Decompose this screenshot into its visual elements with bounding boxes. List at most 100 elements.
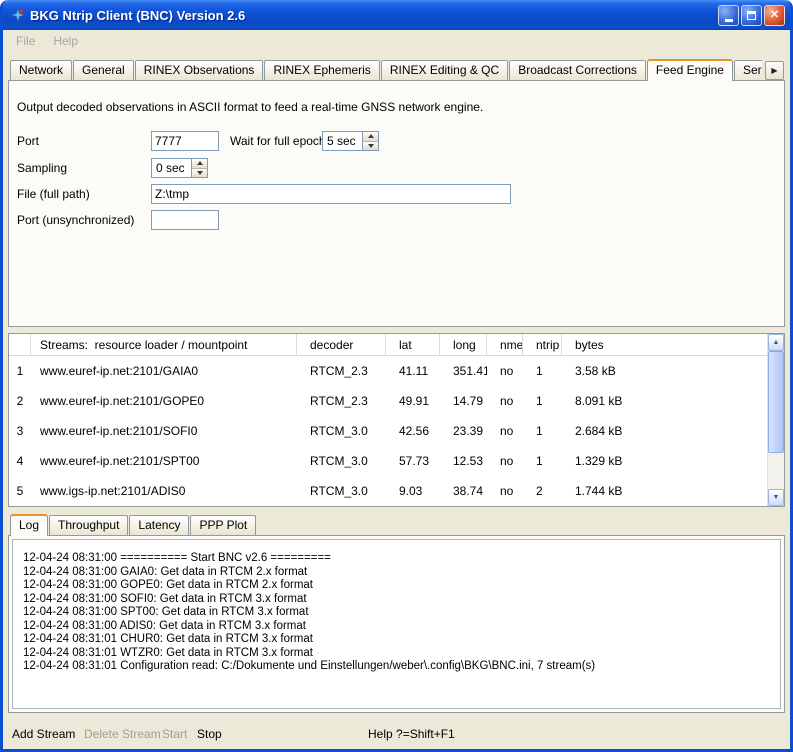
tab-general[interactable]: General bbox=[73, 60, 134, 80]
cell-nmea: no bbox=[487, 424, 523, 438]
bnc-window: BKG Ntrip Client (BNC) Version 2.6 ✕ Fil… bbox=[0, 0, 793, 752]
cell-bytes: 1.329 kB bbox=[562, 454, 767, 468]
tab-broadcast-corrections[interactable]: Broadcast Corrections bbox=[509, 60, 646, 80]
maximize-button[interactable] bbox=[741, 5, 762, 26]
table-row[interactable]: 1 www.euref-ip.net:2101/GAIA0 RTCM_2.3 4… bbox=[9, 356, 767, 386]
add-stream-button[interactable]: Add Stream bbox=[12, 727, 75, 741]
close-button[interactable]: ✕ bbox=[764, 5, 785, 26]
cell-bytes: 8.091 kB bbox=[562, 394, 767, 408]
window-title: BKG Ntrip Client (BNC) Version 2.6 bbox=[30, 8, 718, 23]
row-number: 2 bbox=[9, 394, 31, 408]
table-row[interactable]: 4 www.euref-ip.net:2101/SPT00 RTCM_3.0 5… bbox=[9, 446, 767, 476]
tab-latency[interactable]: Latency bbox=[129, 515, 189, 535]
log-line: 12-04-24 08:31:00 GOPE0: Get data in RTC… bbox=[23, 579, 774, 593]
cell-bytes: 2.684 kB bbox=[562, 424, 767, 438]
cell-mountpoint: www.euref-ip.net:2101/SOFI0 bbox=[31, 424, 297, 438]
cell-lat: 42.56 bbox=[386, 424, 440, 438]
help-button[interactable]: Help ?=Shift+F1 bbox=[368, 727, 455, 741]
scroll-down-button[interactable]: ▼ bbox=[768, 489, 784, 506]
scrollbar-thumb[interactable] bbox=[768, 351, 784, 453]
tab-network[interactable]: Network bbox=[10, 60, 72, 80]
delete-stream-button[interactable]: Delete Stream bbox=[84, 727, 161, 741]
tab-rinex-observations[interactable]: RINEX Observations bbox=[135, 60, 264, 80]
wait-epoch-spinbox[interactable]: 5 sec bbox=[322, 131, 379, 151]
table-row[interactable]: 2 www.euref-ip.net:2101/GOPE0 RTCM_2.3 4… bbox=[9, 386, 767, 416]
menu-help[interactable]: Help bbox=[47, 32, 84, 50]
log-panel: 12-04-24 08:31:00 ========== Start BNC v… bbox=[8, 535, 785, 713]
cell-decoder: RTCM_3.0 bbox=[297, 484, 386, 498]
port-unsync-input[interactable] bbox=[151, 210, 219, 230]
log-textarea[interactable]: 12-04-24 08:31:00 ========== Start BNC v… bbox=[12, 539, 781, 709]
up-arrow-icon: ▲ bbox=[773, 339, 780, 346]
row-number: 1 bbox=[9, 364, 31, 378]
cell-mountpoint: www.euref-ip.net:2101/SPT00 bbox=[31, 454, 297, 468]
maximize-icon bbox=[747, 11, 756, 20]
row-number: 3 bbox=[9, 424, 31, 438]
cell-mountpoint: www.igs-ip.net:2101/ADIS0 bbox=[31, 484, 297, 498]
cell-nmea: no bbox=[487, 364, 523, 378]
cell-nmea: no bbox=[487, 484, 523, 498]
spin-down-button[interactable] bbox=[363, 142, 378, 151]
port-input[interactable] bbox=[151, 131, 219, 151]
tab-throughput[interactable]: Throughput bbox=[49, 515, 128, 535]
table-row[interactable]: 5 www.igs-ip.net:2101/ADIS0 RTCM_3.0 9.0… bbox=[9, 476, 767, 506]
file-path-label: File (full path) bbox=[17, 184, 90, 204]
col-header-decoder[interactable]: decoder bbox=[297, 334, 386, 355]
cell-decoder: RTCM_2.3 bbox=[297, 394, 386, 408]
tab-rinex-ephemeris[interactable]: RINEX Ephemeris bbox=[264, 60, 379, 80]
down-arrow-icon: ▼ bbox=[773, 494, 780, 501]
close-icon: ✕ bbox=[770, 10, 779, 21]
col-header-mountpoint[interactable]: Streams: resource loader / mountpoint bbox=[31, 334, 297, 355]
spin-up-button[interactable] bbox=[363, 132, 378, 142]
tab-serial-output[interactable]: Serial Ou bbox=[734, 60, 762, 80]
col-header-lat[interactable]: lat bbox=[386, 334, 440, 355]
tab-scroll-right-button[interactable]: ▶ bbox=[765, 61, 784, 80]
col-header-long[interactable]: long bbox=[440, 334, 487, 355]
row-number: 4 bbox=[9, 454, 31, 468]
bnc-app-icon bbox=[10, 7, 26, 23]
cell-decoder: RTCM_2.3 bbox=[297, 364, 386, 378]
table-row[interactable]: 3 www.euref-ip.net:2101/SOFI0 RTCM_3.0 4… bbox=[9, 416, 767, 446]
bottom-tabbar: Log Throughput Latency PPP Plot bbox=[10, 514, 510, 536]
minimize-button[interactable] bbox=[718, 5, 739, 26]
cell-decoder: RTCM_3.0 bbox=[297, 454, 386, 468]
cell-nmea: no bbox=[487, 454, 523, 468]
cell-long: 12.53 bbox=[440, 454, 487, 468]
col-header-nmea[interactable]: nmea bbox=[487, 334, 523, 355]
col-header-ntrip[interactable]: ntrip bbox=[523, 334, 562, 355]
stop-button[interactable]: Stop bbox=[197, 727, 222, 741]
right-arrow-icon: ▶ bbox=[771, 66, 777, 75]
cell-bytes: 1.744 kB bbox=[562, 484, 767, 498]
scroll-up-button[interactable]: ▲ bbox=[768, 334, 784, 351]
file-path-input[interactable] bbox=[151, 184, 511, 204]
cell-lat: 9.03 bbox=[386, 484, 440, 498]
start-button[interactable]: Start bbox=[162, 727, 187, 741]
streams-scrollbar[interactable]: ▲ ▼ bbox=[767, 334, 784, 506]
sampling-spinbox[interactable]: 0 sec bbox=[151, 158, 208, 178]
menu-file[interactable]: File bbox=[10, 32, 41, 50]
cell-mountpoint: www.euref-ip.net:2101/GAIA0 bbox=[31, 364, 297, 378]
spin-down-button[interactable] bbox=[192, 169, 207, 178]
cell-nmea: no bbox=[487, 394, 523, 408]
action-bar: Add Stream Delete Stream Start Stop Help… bbox=[3, 727, 790, 745]
spin-down-icon bbox=[197, 171, 203, 175]
port-unsync-label: Port (unsynchronized) bbox=[17, 210, 134, 230]
col-header-bytes[interactable]: bytes bbox=[562, 334, 767, 355]
row-number: 5 bbox=[9, 484, 31, 498]
tab-ppp-plot[interactable]: PPP Plot bbox=[190, 515, 256, 535]
log-line: 12-04-24 08:31:00 SOFI0: Get data in RTC… bbox=[23, 593, 774, 607]
cell-ntrip: 1 bbox=[523, 424, 562, 438]
tab-feed-engine[interactable]: Feed Engine bbox=[647, 59, 733, 81]
log-line: 12-04-24 08:31:00 GAIA0: Get data in RTC… bbox=[23, 566, 774, 580]
cell-long: 38.74 bbox=[440, 484, 487, 498]
spin-up-button[interactable] bbox=[192, 159, 207, 169]
title-bar[interactable]: BKG Ntrip Client (BNC) Version 2.6 ✕ bbox=[3, 0, 790, 30]
cell-bytes: 3.58 kB bbox=[562, 364, 767, 378]
streams-table-content: Streams: resource loader / mountpoint de… bbox=[9, 334, 767, 506]
streams-table: Streams: resource loader / mountpoint de… bbox=[8, 333, 785, 507]
cell-long: 23.39 bbox=[440, 424, 487, 438]
feed-engine-panel: Output decoded observations in ASCII for… bbox=[8, 80, 785, 327]
tab-rinex-editing-qc[interactable]: RINEX Editing & QC bbox=[381, 60, 508, 80]
spin-down-icon bbox=[368, 144, 374, 148]
tab-log[interactable]: Log bbox=[10, 514, 48, 536]
